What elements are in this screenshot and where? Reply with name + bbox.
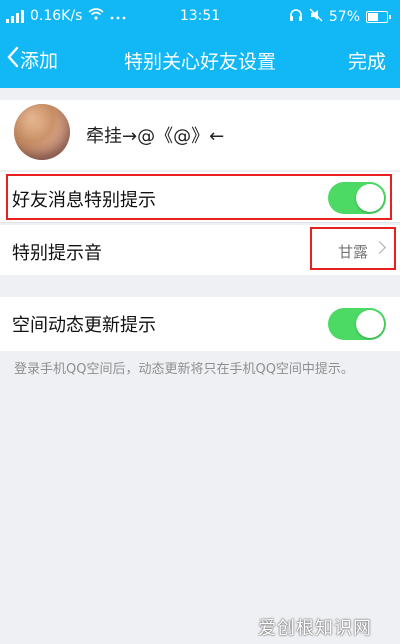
special-alert-sound-label: 特别提示音 [12, 243, 102, 264]
special-message-alert-label: 好友消息特别提示 [12, 190, 156, 211]
alert-sound-value: 甘露 [337, 243, 368, 261]
status-bar: 0.16K/s 13:51 57% [0, 0, 400, 32]
watermark: 爱创根知识网 [258, 618, 372, 639]
space-update-alert-toggle[interactable] [328, 308, 386, 340]
navigation-bar: 添加 特别关心好友设置 完成 [0, 32, 400, 88]
battery-percent: 57% [328, 9, 360, 25]
battery-icon [366, 11, 391, 23]
special-message-alert-toggle[interactable] [328, 182, 386, 214]
special-message-alert-row: 好友消息特别提示 [0, 172, 400, 222]
chevron-right-icon [373, 241, 386, 254]
special-alert-sound-row[interactable]: 特别提示音 甘露 [0, 225, 400, 275]
friend-profile: 牵挂→@《@》← [0, 100, 400, 170]
headset-icon [289, 8, 303, 26]
space-alert-note: 登录手机QQ空间后，动态更新将只在手机QQ空间中提示。 [14, 362, 354, 377]
mute-icon [309, 8, 323, 26]
space-update-alert-row: 空间动态更新提示 [0, 297, 400, 351]
space-update-alert-label: 空间动态更新提示 [12, 315, 156, 336]
divider [0, 222, 400, 223]
avatar [14, 104, 70, 160]
friend-name: 牵挂→@《@》← [86, 126, 225, 147]
page-title: 特别关心好友设置 [123, 51, 276, 73]
done-button[interactable]: 完成 [348, 47, 386, 74]
app-header: 0.16K/s 13:51 57% 添加 特别关心好友设置 完成 [0, 0, 400, 88]
